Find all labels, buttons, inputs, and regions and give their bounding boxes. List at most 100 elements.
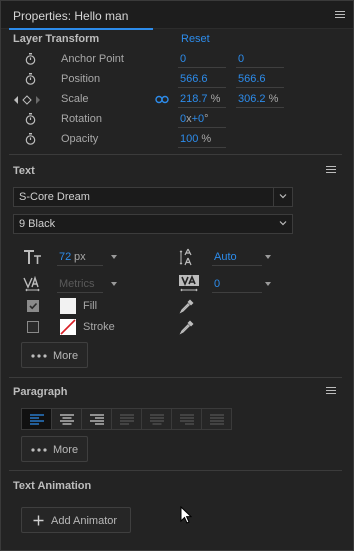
opacity-label: Opacity — [61, 133, 99, 145]
justify-last-left-icon — [120, 414, 134, 425]
fill-label: Fill — [83, 300, 98, 312]
justify-last-right-icon — [180, 414, 194, 425]
eyedropper-icon[interactable] — [179, 298, 195, 314]
text-section-menu-icon[interactable] — [326, 166, 336, 174]
leading-icon — [179, 248, 192, 266]
chevron-down-icon — [279, 194, 287, 199]
justify-last-right-button[interactable] — [171, 408, 202, 430]
properties-panel: Properties: Hello man Layer Transform Re… — [0, 0, 354, 551]
layer-transform-heading: Layer Transform — [13, 33, 100, 45]
paragraph-section-menu-icon[interactable] — [326, 387, 336, 395]
font-style-value: 9 Black — [19, 218, 56, 230]
text-more-label: More — [53, 350, 79, 362]
tracking-value[interactable]: 0 — [214, 278, 220, 290]
scale-label: Scale — [61, 93, 89, 105]
field-underline — [212, 265, 262, 266]
add-animator-button[interactable]: Add Animator — [21, 507, 131, 533]
rotation-label: Rotation — [61, 113, 102, 125]
font-family-value: S-Core Dream — [19, 191, 90, 203]
font-family-dropdown[interactable]: S-Core Dream — [13, 187, 293, 207]
checkmark-icon — [29, 302, 38, 310]
position-y[interactable]: 566.6 — [238, 73, 266, 85]
align-left-icon — [30, 414, 44, 425]
tracking-dropdown-arrow[interactable] — [265, 282, 271, 286]
kerning-icon — [23, 276, 40, 292]
field-underline — [178, 87, 226, 88]
font-size-icon — [24, 250, 41, 264]
justify-last-center-icon — [150, 414, 164, 425]
field-underline — [236, 67, 284, 68]
field-underline — [57, 292, 103, 293]
add-animator-label: Add Animator — [51, 515, 118, 527]
position-x[interactable]: 566.6 — [180, 73, 208, 85]
constrain-proportions-link-icon[interactable] — [155, 95, 169, 104]
align-right-button[interactable] — [81, 408, 112, 430]
text-heading: Text — [13, 165, 35, 177]
text-animation-heading: Text Animation — [13, 480, 92, 492]
align-right-icon — [90, 414, 104, 425]
anchor-point-x[interactable]: 0 — [180, 53, 186, 65]
stroke-color-swatch[interactable] — [60, 319, 76, 335]
justify-last-left-button[interactable] — [111, 408, 142, 430]
field-underline — [57, 265, 103, 266]
paragraph-alignment-group — [21, 408, 238, 430]
field-underline — [178, 107, 226, 108]
scale-y[interactable]: 306.2 % — [238, 93, 278, 105]
field-underline — [178, 147, 226, 148]
paragraph-heading: Paragraph — [13, 386, 68, 398]
keyframe-navigator-icon[interactable] — [13, 95, 41, 105]
paragraph-more-button[interactable]: More — [21, 436, 88, 462]
field-underline — [236, 87, 284, 88]
stroke-label: Stroke — [83, 321, 115, 333]
justify-last-center-button[interactable] — [141, 408, 172, 430]
tracking-icon — [179, 275, 199, 292]
field-underline — [178, 67, 226, 68]
more-dots-icon — [31, 354, 47, 358]
kerning-value[interactable]: Metrics — [59, 278, 94, 290]
opacity-value[interactable]: 100 % — [180, 133, 211, 145]
eyedropper-icon[interactable] — [179, 319, 195, 335]
kerning-dropdown-arrow[interactable] — [111, 282, 117, 286]
stroke-checkbox[interactable] — [27, 321, 39, 333]
field-underline — [212, 292, 262, 293]
section-divider — [9, 377, 342, 378]
leading-value[interactable]: Auto — [214, 251, 237, 263]
scale-x[interactable]: 218.7 % — [180, 93, 220, 105]
stopwatch-icon[interactable] — [25, 73, 36, 85]
panel-title: Properties: Hello man — [13, 9, 129, 23]
stopwatch-icon[interactable] — [25, 133, 36, 145]
active-tab-indicator — [9, 28, 153, 30]
justify-all-icon — [210, 414, 224, 425]
stopwatch-icon[interactable] — [25, 53, 36, 65]
reset-button[interactable]: Reset — [181, 33, 210, 45]
rotation-value[interactable]: 0x+0° — [180, 113, 209, 125]
anchor-point-y[interactable]: 0 — [238, 53, 244, 65]
justify-all-button[interactable] — [201, 408, 232, 430]
text-more-button[interactable]: More — [21, 342, 88, 368]
font-size-unit: px — [74, 251, 86, 263]
panel-menu-icon[interactable] — [335, 11, 345, 19]
section-divider — [9, 470, 342, 471]
leading-dropdown-arrow[interactable] — [265, 255, 271, 259]
stopwatch-icon[interactable] — [25, 113, 36, 125]
paragraph-more-label: More — [53, 444, 79, 456]
field-underline — [236, 107, 284, 108]
font-style-dropdown[interactable]: 9 Black — [13, 214, 293, 234]
field-underline — [178, 127, 226, 128]
fill-color-swatch[interactable] — [60, 298, 76, 314]
no-color-slash-icon — [60, 319, 76, 335]
font-size-value[interactable]: 72 — [59, 251, 71, 263]
more-dots-icon — [31, 448, 47, 452]
font-size-dropdown-arrow[interactable] — [111, 255, 117, 259]
section-divider — [9, 154, 342, 155]
align-center-icon — [60, 414, 74, 425]
dropdown-divider — [273, 188, 274, 206]
align-left-button[interactable] — [21, 408, 52, 430]
panel-titlebar: Properties: Hello man — [1, 1, 353, 29]
mouse-cursor-icon — [180, 506, 192, 524]
fill-checkbox[interactable] — [27, 300, 39, 312]
align-center-button[interactable] — [51, 408, 82, 430]
chevron-down-icon — [279, 221, 287, 226]
plus-icon — [33, 515, 44, 526]
anchor-point-label: Anchor Point — [61, 53, 124, 65]
